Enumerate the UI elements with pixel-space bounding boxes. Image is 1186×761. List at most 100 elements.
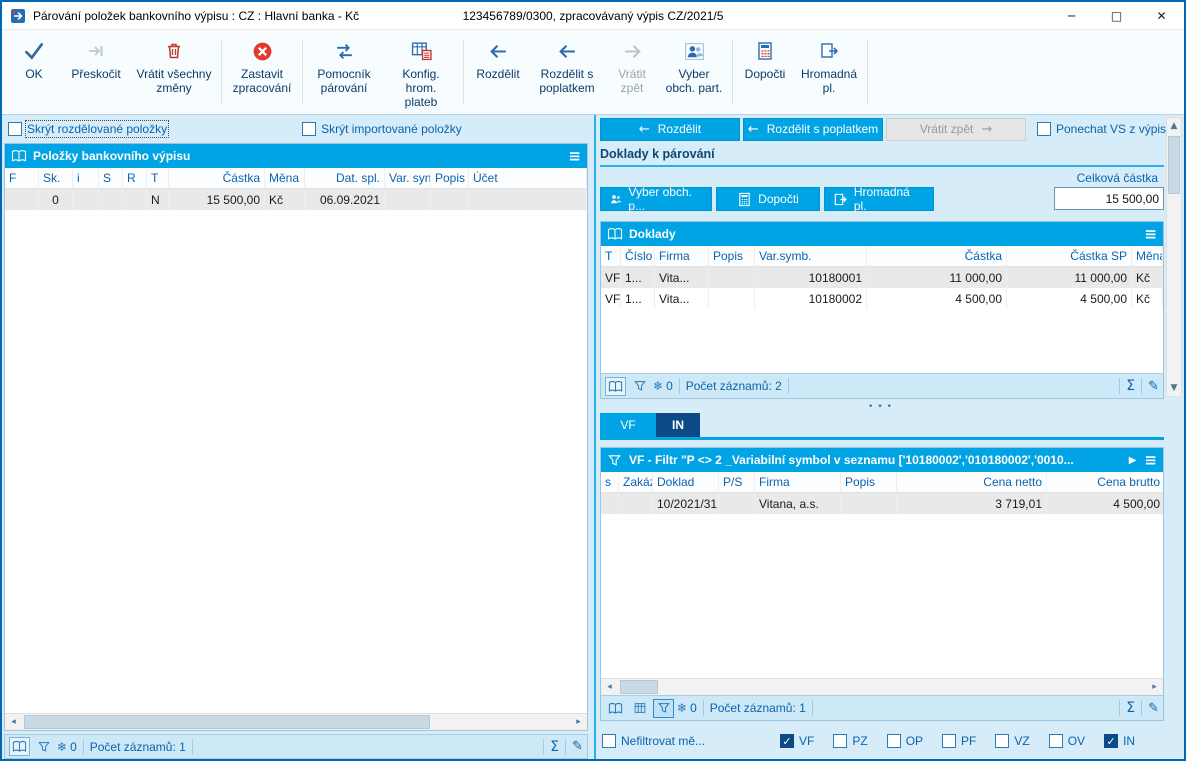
split-button[interactable]: ← Rozdělit	[600, 117, 740, 141]
recalculate-small-button[interactable]: Dopočti	[716, 187, 820, 211]
column-header[interactable]: Číslo	[621, 246, 655, 266]
pairing-helper-button[interactable]: Pomocník párování	[306, 33, 382, 111]
scrollbar-track[interactable]	[618, 679, 1146, 695]
column-header[interactable]: Účet	[469, 168, 587, 188]
undo-toolbar-button[interactable]: Vrátit zpět	[605, 33, 659, 111]
scroll-up-icon[interactable]: ▲	[1167, 118, 1181, 134]
checkbox-box[interactable]	[833, 734, 848, 748]
skip-button[interactable]: Přeskočit	[62, 33, 130, 111]
checkbox-box[interactable]	[1048, 734, 1063, 748]
split-with-fee-button[interactable]: ← Rozdělit s poplatkem	[743, 117, 883, 141]
hide-split-items-checkbox[interactable]: Skrýt rozdělované položky	[8, 120, 170, 138]
checkbox-box[interactable]	[780, 734, 794, 748]
scroll-right-icon[interactable]: ▸	[570, 714, 587, 730]
sum-icon[interactable]: Σ	[550, 739, 559, 755]
type-checkbox-pz[interactable]: PZ	[833, 734, 868, 748]
column-header[interactable]: Firma	[655, 246, 709, 266]
filter-icon[interactable]	[33, 737, 54, 756]
revert-all-button[interactable]: Vrátit všechny změny	[130, 33, 218, 111]
split-with-fee-toolbar-button[interactable]: Rozdělit s poplatkem	[529, 33, 605, 111]
column-header[interactable]: Cena brutto	[1047, 472, 1163, 492]
column-header[interactable]: Var. syn	[385, 168, 431, 188]
column-header[interactable]: R	[123, 168, 147, 188]
scrollbar-track[interactable]	[22, 714, 570, 730]
scrollbar-thumb[interactable]	[1168, 136, 1180, 194]
total-amount-input[interactable]	[1054, 187, 1164, 210]
keep-vs-checkbox[interactable]: Ponechat VS z výpisu	[1037, 122, 1173, 136]
expand-icon[interactable]: ▶	[1129, 455, 1137, 466]
snowflake-icon[interactable]: ❄	[653, 379, 663, 393]
checkbox-box[interactable]	[602, 734, 616, 748]
column-header[interactable]: Sk.	[39, 168, 73, 188]
select-partner-small-button[interactable]: Vyber obch. p...	[600, 185, 712, 213]
vertical-scrollbar[interactable]: ▲ ▼	[1166, 117, 1182, 397]
column-header[interactable]: Částka SP	[1007, 246, 1132, 266]
column-header[interactable]: Měna	[265, 168, 305, 188]
bulk-payment-button[interactable]: Hromadná pl.	[794, 33, 864, 111]
column-header[interactable]: Zakázk:	[619, 472, 653, 492]
column-header[interactable]: s	[601, 472, 619, 492]
edit-icon[interactable]: ✎	[572, 739, 583, 754]
type-checkbox-vz[interactable]: VZ	[995, 734, 1030, 748]
horizontal-scrollbar[interactable]: ◂ ▸	[601, 678, 1163, 695]
snowflake-icon[interactable]: ❄	[677, 701, 687, 715]
column-header[interactable]: Měna	[1132, 246, 1163, 266]
menu-icon[interactable]: ≡	[1144, 225, 1157, 243]
ok-button[interactable]: OK	[6, 33, 62, 111]
checkbox-box[interactable]	[886, 734, 901, 748]
no-currency-filter-checkbox[interactable]: Nefiltrovat mě...	[602, 734, 780, 748]
table-row[interactable]: 10/2021/31 Vitana, a.s. 3 719,01 4 500,0…	[601, 493, 1163, 514]
column-header[interactable]: Cena netto	[897, 472, 1047, 492]
column-header[interactable]: P/S	[719, 472, 755, 492]
checkbox-box[interactable]	[1104, 734, 1119, 748]
maximize-button[interactable]: □	[1094, 2, 1139, 29]
column-header[interactable]: i	[73, 168, 99, 188]
column-header[interactable]: Popis	[709, 246, 755, 266]
scrollbar-thumb[interactable]	[24, 715, 430, 729]
checkbox-box[interactable]	[302, 122, 317, 136]
scrollbar-track[interactable]	[1167, 134, 1181, 380]
column-header[interactable]: Dat. spl.	[305, 168, 385, 188]
scrollbar-thumb[interactable]	[620, 680, 658, 694]
filter-icon[interactable]	[629, 377, 650, 396]
type-checkbox-pf[interactable]: PF	[942, 734, 976, 748]
sum-icon[interactable]: Σ	[1126, 378, 1135, 394]
select-partner-button[interactable]: Vyber obch. part.	[659, 33, 729, 111]
column-header[interactable]: T	[601, 246, 621, 266]
column-header[interactable]: F	[5, 168, 39, 188]
hide-imported-items-checkbox[interactable]: Skrýt importované položky	[302, 122, 462, 136]
tab-in[interactable]: IN	[656, 413, 700, 437]
column-header[interactable]: Popis	[841, 472, 897, 492]
column-header[interactable]: T	[147, 168, 169, 188]
tab-vf[interactable]: VF	[600, 413, 656, 437]
split-toolbar-button[interactable]: Rozdělit	[467, 33, 529, 111]
edit-icon[interactable]: ✎	[1148, 379, 1159, 394]
columns-icon[interactable]	[629, 699, 650, 718]
bulk-payment-small-button[interactable]: Hromadná pl.	[824, 185, 934, 213]
book-icon[interactable]	[9, 737, 30, 756]
book-icon[interactable]	[605, 376, 626, 396]
checkbox-box[interactable]	[8, 122, 22, 136]
bulk-payment-config-button[interactable]: Konfig. hrom. plateb	[382, 33, 460, 111]
table-row[interactable]: VF 1... Vita... 10180002 4 500,00 4 500,…	[601, 288, 1163, 309]
scroll-left-icon[interactable]: ◂	[5, 714, 22, 730]
menu-icon[interactable]: ≡	[568, 147, 581, 165]
scroll-left-icon[interactable]: ◂	[601, 679, 618, 695]
type-checkbox-ov[interactable]: OV	[1048, 734, 1085, 748]
checkbox-box[interactable]	[1037, 122, 1051, 136]
minimize-button[interactable]: ─	[1049, 2, 1094, 29]
column-header[interactable]: Částka	[867, 246, 1007, 266]
edit-icon[interactable]: ✎	[1148, 701, 1159, 716]
scroll-right-icon[interactable]: ▸	[1146, 679, 1163, 695]
column-header[interactable]: Částka	[169, 168, 265, 188]
table-row[interactable]: 0 N 15 500,00 Kč 06.09.2021	[5, 189, 587, 210]
horizontal-scrollbar[interactable]: ◂ ▸	[5, 713, 587, 730]
snowflake-icon[interactable]: ❄	[57, 740, 67, 754]
horizontal-splitter[interactable]: •••	[600, 401, 1164, 413]
menu-icon[interactable]: ≡	[1144, 451, 1157, 469]
undo-button[interactable]: Vrátit zpět →	[886, 117, 1026, 141]
sum-icon[interactable]: Σ	[1126, 700, 1135, 716]
column-header[interactable]: Var.symb.	[755, 246, 867, 266]
type-checkbox-in[interactable]: IN	[1104, 734, 1135, 748]
type-checkbox-op[interactable]: OP	[886, 734, 923, 748]
